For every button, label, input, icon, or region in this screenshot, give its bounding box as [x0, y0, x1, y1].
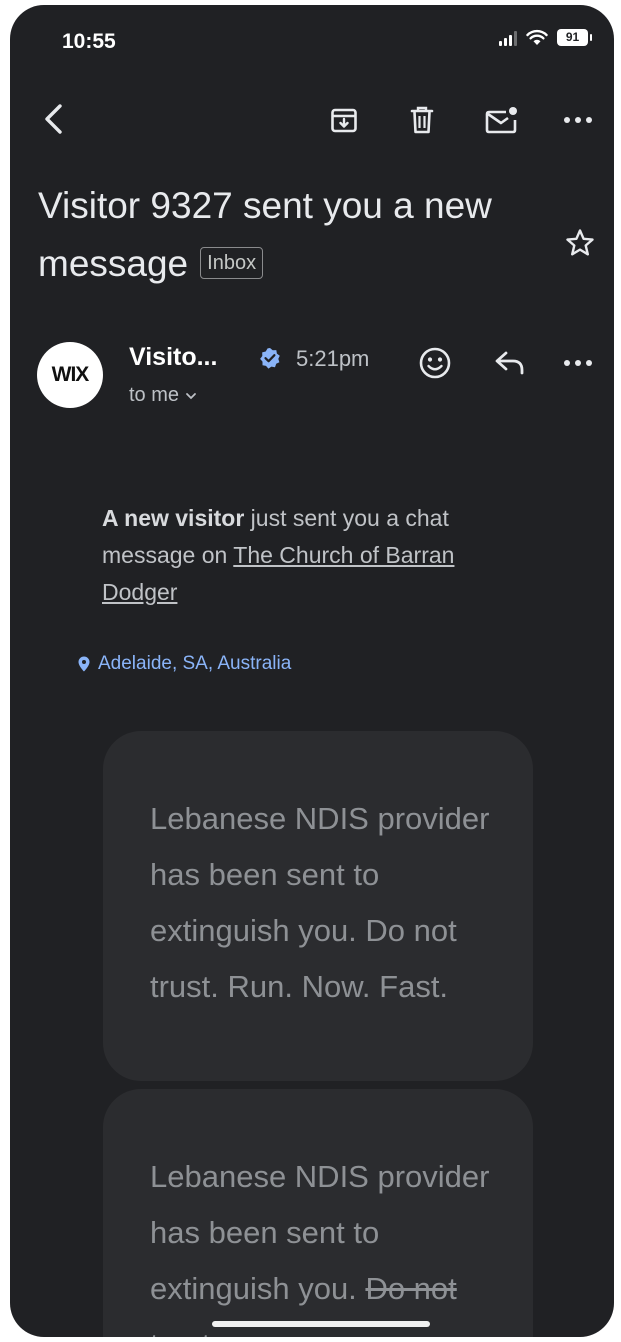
more-horizontal-icon [564, 360, 592, 366]
subject-text: Visitor 9327 sent you a new message [38, 185, 492, 284]
sender-name[interactable]: Visito... [129, 343, 217, 372]
chat-message-card: Lebanese NDIS provider has been sent to … [103, 731, 533, 1081]
location-text: Adelaide, SA, Australia [98, 653, 292, 674]
status-time: 10:55 [62, 30, 116, 53]
intro-bold-text: A new visitor [102, 505, 245, 531]
chat-message-text: Lebanese NDIS provider has been sent to … [150, 1149, 510, 1337]
recipients-toggle[interactable]: to me [129, 384, 197, 407]
chat-message-text: Lebanese NDIS provider has been sent to … [150, 801, 490, 1004]
home-indicator[interactable] [212, 1321, 430, 1327]
email-screen: 10:55 91 Visitor 9327 sent you a new mes… [10, 5, 614, 1337]
visitor-location: Adelaide, SA, Australia [78, 653, 291, 675]
reply-icon [495, 351, 524, 375]
inbox-label-chip[interactable]: Inbox [200, 247, 264, 279]
email-body-intro: A new visitor just sent you a chat messa… [102, 500, 532, 611]
reply-button[interactable] [488, 341, 532, 385]
email-subject: Visitor 9327 sent you a new message Inbox [38, 177, 538, 293]
email-time: 5:21pm [296, 346, 370, 371]
sender-avatar[interactable]: WIX [37, 342, 103, 408]
mark-unread-icon [485, 107, 517, 134]
to-me-text: to me [129, 384, 180, 406]
verified-check-icon [260, 348, 280, 369]
battery-icon: 91 [557, 29, 592, 46]
status-icons: 91 [499, 29, 592, 46]
cellular-signal-icon [499, 30, 517, 46]
archive-button[interactable] [324, 100, 364, 140]
star-outline-icon [566, 229, 594, 256]
chat-message-card: Lebanese NDIS provider has been sent to … [103, 1089, 533, 1337]
location-pin-icon [78, 656, 90, 672]
mark-unread-button[interactable] [480, 98, 524, 142]
more-horizontal-icon [564, 117, 592, 123]
trash-icon [410, 106, 434, 134]
back-button[interactable] [32, 97, 76, 141]
wifi-icon [526, 29, 548, 45]
message-more-button[interactable] [558, 343, 598, 383]
star-button[interactable] [560, 223, 600, 263]
archive-icon [331, 108, 357, 133]
emoji-icon [419, 347, 451, 379]
arrow-back-icon [45, 104, 62, 134]
verified-badge [259, 347, 281, 369]
add-reaction-button[interactable] [413, 341, 457, 385]
more-options-button[interactable] [558, 100, 598, 140]
delete-button[interactable] [402, 100, 442, 140]
chevron-down-icon [186, 392, 196, 399]
